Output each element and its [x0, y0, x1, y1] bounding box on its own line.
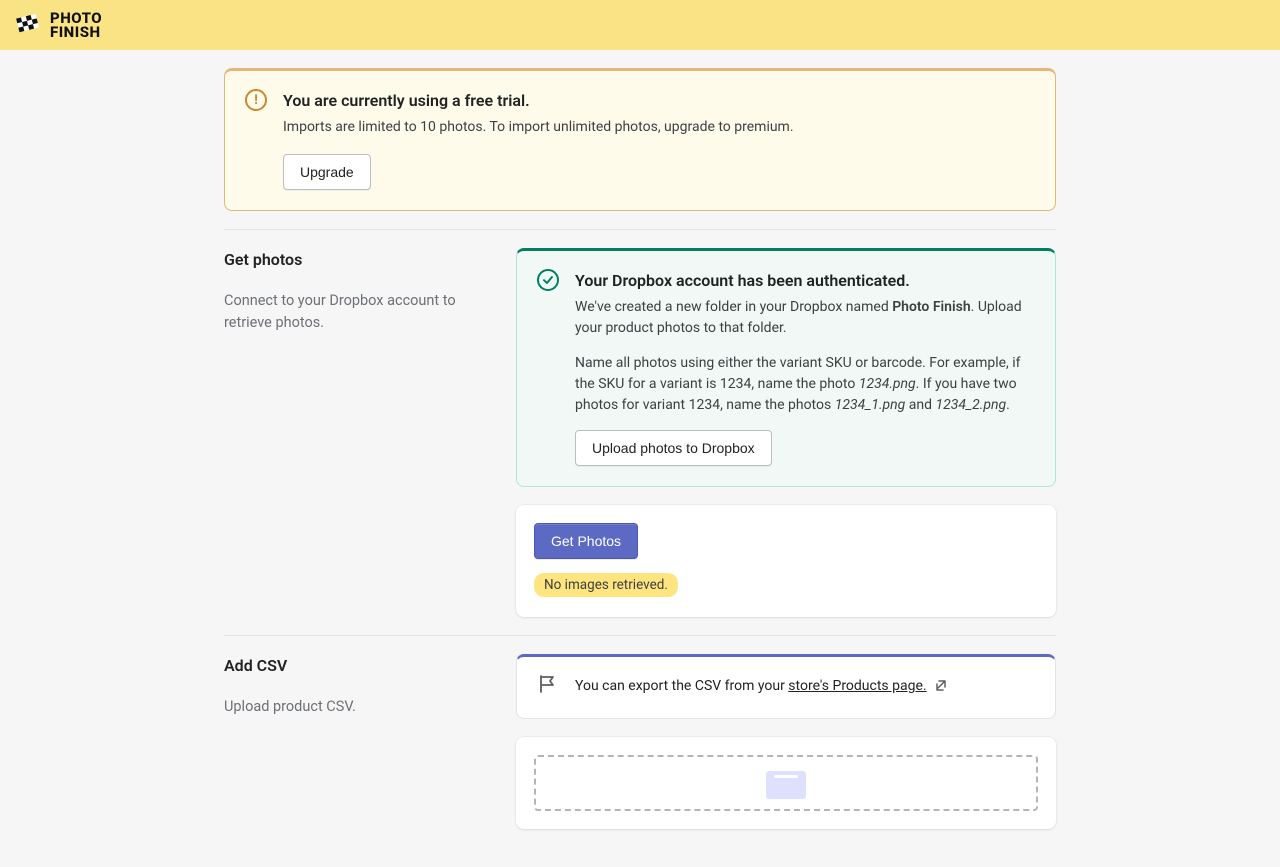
trial-banner: ! You are currently using a free trial. …: [224, 68, 1056, 211]
brand-line2: FINISH: [50, 25, 102, 39]
flag-icon: [537, 673, 559, 702]
app-logo: PHOTO FINISH: [14, 10, 102, 40]
add-csv-title: Add CSV: [224, 654, 496, 678]
upgrade-button[interactable]: Upgrade: [283, 154, 371, 190]
get-photos-button[interactable]: Get Photos: [534, 523, 638, 559]
retrieval-status-badge: No images retrieved.: [534, 573, 678, 597]
get-photos-desc: Connect to your Dropbox account to retri…: [224, 290, 496, 335]
csv-info-banner: You can export the CSV from your store's…: [516, 654, 1056, 719]
check-circle-icon: [537, 269, 559, 291]
dropbox-auth-banner: Your Dropbox account has been authentica…: [516, 248, 1056, 487]
dropbox-auth-desc2: Name all photos using either the variant…: [575, 353, 1035, 416]
get-photos-card: Get Photos No images retrieved.: [516, 505, 1056, 617]
flag-icon: [14, 10, 42, 40]
csv-dropzone-card: [516, 737, 1056, 829]
dropbox-auth-title: Your Dropbox account has been authentica…: [575, 269, 1035, 293]
warning-icon: !: [245, 89, 267, 111]
get-photos-title: Get photos: [224, 248, 496, 272]
trial-banner-desc: Imports are limited to 10 photos. To imp…: [283, 117, 1035, 138]
dropbox-auth-desc1: We've created a new folder in your Dropb…: [575, 297, 1035, 339]
trial-banner-title: You are currently using a free trial.: [283, 89, 1035, 113]
get-photos-section: Get photos Connect to your Dropbox accou…: [224, 230, 1056, 635]
csv-dropzone[interactable]: [534, 755, 1038, 811]
file-upload-icon: [766, 771, 806, 799]
app-header: PHOTO FINISH: [0, 0, 1280, 50]
external-link-icon: [934, 678, 947, 699]
upload-to-dropbox-button[interactable]: Upload photos to Dropbox: [575, 430, 772, 466]
add-csv-section: Add CSV Upload product CSV. You can expo…: [224, 636, 1056, 847]
add-csv-desc: Upload product CSV.: [224, 696, 496, 718]
products-page-link[interactable]: store's Products page.: [788, 678, 926, 694]
csv-info-text: You can export the CSV from your store's…: [575, 676, 947, 699]
